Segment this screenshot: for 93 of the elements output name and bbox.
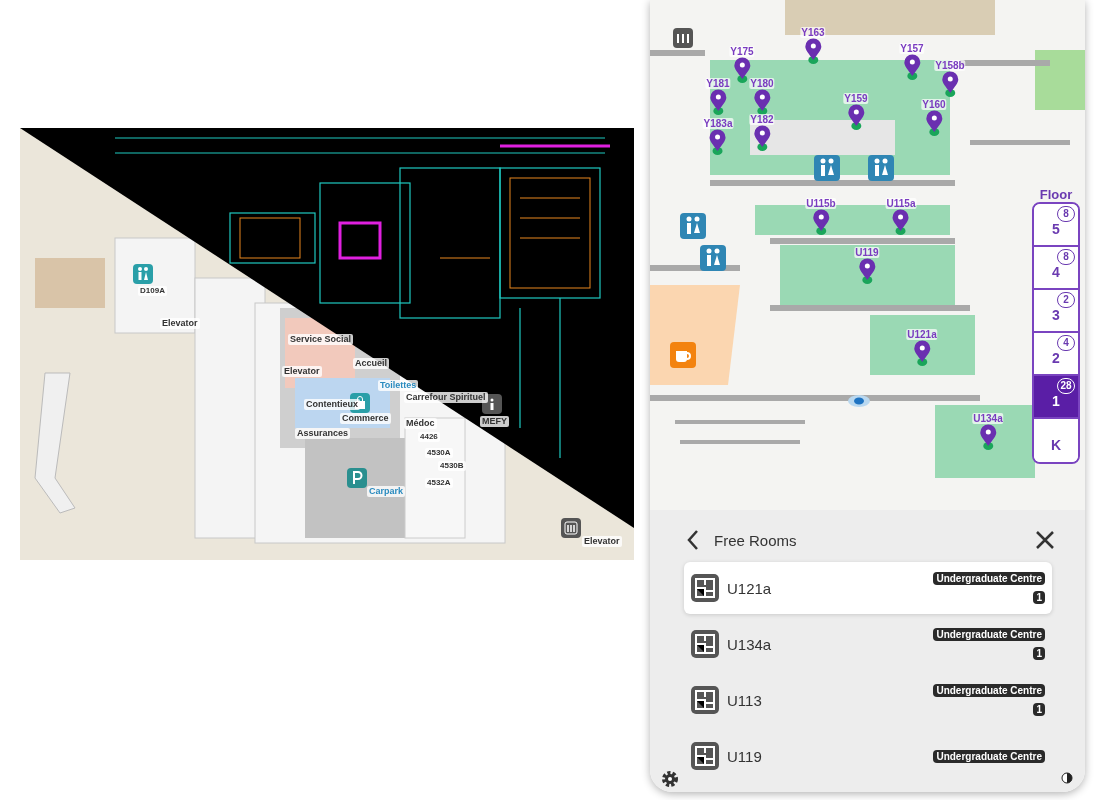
- room-label: 4532A: [425, 478, 453, 488]
- floor-title: Floor: [1039, 187, 1073, 202]
- room-label: D109A: [138, 286, 167, 296]
- floor-button[interactable]: 2 4: [1034, 333, 1078, 376]
- restroom-icon: [814, 155, 840, 181]
- map-pin-icon[interactable]: [925, 110, 943, 136]
- elevator-icon: [561, 518, 581, 538]
- room-label: U115a: [885, 198, 917, 209]
- room-label: Y182: [749, 114, 775, 125]
- room-label: U115b: [805, 198, 837, 209]
- floor-plan-icon: [691, 742, 719, 770]
- place-label: Carrefour Spirituel: [404, 392, 488, 403]
- floor-button[interactable]: 4 8: [1034, 247, 1078, 290]
- coffee-cup-icon: [670, 342, 696, 368]
- restroom-icon: [700, 245, 726, 271]
- building-tag: Undergraduate Centre: [933, 628, 1045, 641]
- contrast-icon[interactable]: [1061, 772, 1073, 784]
- elevator-icon: [672, 27, 694, 49]
- room-list-item[interactable]: U119 Undergraduate Centre: [684, 730, 1052, 782]
- place-label: Médoc: [404, 418, 437, 429]
- room-name: U119: [727, 747, 762, 765]
- map-pin-icon[interactable]: [753, 89, 771, 115]
- place-label: Elevator: [582, 536, 622, 547]
- map-pin-icon[interactable]: [709, 129, 727, 155]
- room-name: U113: [727, 691, 762, 709]
- place-label: Service Social: [288, 334, 354, 345]
- room-label: Y159: [843, 93, 869, 104]
- panel-title: Free Rooms: [714, 531, 797, 549]
- place-label: Assurances: [295, 428, 351, 439]
- room-label: Y158b: [934, 60, 966, 71]
- room-label: 4530B: [438, 461, 466, 471]
- room-label: Y160: [921, 99, 947, 110]
- count-badge: 4: [1057, 335, 1075, 351]
- floor-button[interactable]: 3 2: [1034, 290, 1078, 333]
- place-label: Toilettes: [378, 380, 419, 391]
- map-pin-icon[interactable]: [709, 89, 727, 115]
- floor-tag: 1: [1033, 647, 1045, 660]
- map-pin-icon[interactable]: [892, 209, 910, 235]
- room-name: U134a: [727, 635, 772, 653]
- room-label: 4530A: [425, 448, 453, 458]
- room-label: Y181: [705, 78, 731, 89]
- map-pin-icon[interactable]: [913, 340, 931, 366]
- floor-tag: 1: [1033, 703, 1045, 716]
- place-label: MEFY: [480, 416, 509, 427]
- count-badge: 2: [1057, 292, 1075, 308]
- map-pin-icon[interactable]: [812, 209, 830, 235]
- room-label: U134a: [972, 413, 1004, 424]
- floor-plan-icon: [691, 686, 719, 714]
- room-label: Y163: [800, 27, 826, 38]
- floor-plan-icon: [691, 574, 719, 602]
- map-pin-icon[interactable]: [941, 71, 959, 97]
- place-label: Carpark: [367, 486, 406, 497]
- count-badge: 28: [1057, 378, 1075, 394]
- place-label: Contentieux: [304, 399, 360, 410]
- room-label: Y183a: [702, 118, 734, 129]
- close-button[interactable]: [1035, 530, 1055, 550]
- place-label: Elevator: [160, 318, 200, 329]
- room-label: U119: [854, 247, 880, 258]
- restroom-icon: [680, 213, 706, 239]
- map-pin-icon[interactable]: [979, 424, 997, 450]
- building-tag: Undergraduate Centre: [933, 684, 1045, 697]
- room-label: Y175: [729, 46, 755, 57]
- place-label: Commerce: [340, 413, 391, 424]
- parking-icon: [347, 468, 367, 488]
- count-badge: 8: [1057, 206, 1075, 222]
- floor-plan-icon: [691, 630, 719, 658]
- place-label: Accueil: [353, 358, 389, 369]
- map-pin-icon[interactable]: [858, 258, 876, 284]
- room-label: Y180: [749, 78, 775, 89]
- room-list-item[interactable]: U121a Undergraduate Centre 1: [684, 562, 1052, 614]
- map-pin-icon[interactable]: [733, 57, 751, 83]
- room-label: Y157: [899, 43, 925, 54]
- floor-button[interactable]: 5 8: [1034, 204, 1078, 247]
- place-label: Elevator: [282, 366, 322, 377]
- building-tag: Undergraduate Centre: [933, 572, 1045, 585]
- map-pin-icon[interactable]: [903, 54, 921, 80]
- floor-button[interactable]: 1 28: [1034, 376, 1078, 419]
- back-button[interactable]: [686, 529, 700, 551]
- room-label: U121a: [906, 329, 938, 340]
- floor-tag: 1: [1033, 591, 1045, 604]
- map-pin-icon[interactable]: [847, 104, 865, 130]
- location-dot-icon: [847, 394, 871, 408]
- room-name: U121a: [727, 579, 772, 597]
- restroom-icon: [133, 264, 153, 284]
- map-pin-icon[interactable]: [804, 38, 822, 64]
- map-pin-icon[interactable]: [753, 125, 771, 151]
- restroom-icon: [868, 155, 894, 181]
- room-label: 4426: [418, 432, 440, 442]
- room-list-item[interactable]: U134a Undergraduate Centre 1: [684, 618, 1052, 670]
- building-tag: Undergraduate Centre: [933, 749, 1045, 763]
- settings-icon[interactable]: [660, 769, 680, 789]
- count-badge: 8: [1057, 249, 1075, 265]
- room-list-item[interactable]: U113 Undergraduate Centre 1: [684, 674, 1052, 726]
